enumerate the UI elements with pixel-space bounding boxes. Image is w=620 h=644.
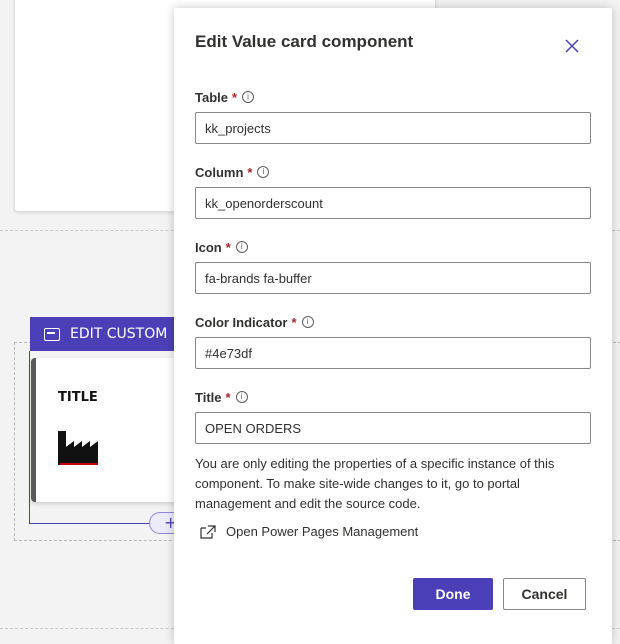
- required-mark: *: [225, 389, 231, 405]
- help-text: You are only editing the properties of a…: [195, 456, 555, 511]
- column-input[interactable]: [195, 187, 591, 219]
- factory-icon: [58, 431, 98, 469]
- cancel-button[interactable]: Cancel: [503, 578, 586, 610]
- value-card-preview[interactable]: TITLE: [31, 358, 186, 502]
- done-button[interactable]: Done: [413, 578, 493, 610]
- info-icon[interactable]: i: [235, 391, 248, 403]
- column-label: Column: [195, 164, 244, 180]
- info-icon[interactable]: i: [257, 166, 270, 178]
- card-title: TITLE: [58, 390, 98, 405]
- edit-custom-label: EDIT CUSTOM: [70, 326, 168, 342]
- open-link-label: Open Power Pages Management: [226, 524, 419, 539]
- icon-field: Icon * i: [195, 238, 591, 294]
- required-mark: *: [291, 314, 297, 330]
- color-indicator-field: Color Indicator * i: [195, 313, 591, 369]
- info-icon[interactable]: i: [235, 241, 248, 253]
- edit-component-panel: Edit Value card component Table * i Colu…: [174, 8, 612, 644]
- open-external-icon: [200, 524, 216, 539]
- table-input[interactable]: [195, 112, 591, 144]
- info-icon[interactable]: i: [242, 91, 255, 103]
- title-field: Title * i: [195, 388, 591, 444]
- close-button[interactable]: [564, 38, 584, 58]
- color-indicator-input[interactable]: [195, 337, 591, 369]
- table-field: Table * i: [195, 88, 591, 144]
- title-label: Title: [195, 389, 222, 405]
- color-indicator-label: Color Indicator: [195, 314, 288, 330]
- table-label: Table: [195, 89, 228, 105]
- column-field: Column * i: [195, 163, 591, 219]
- required-mark: *: [247, 164, 253, 180]
- icon-input[interactable]: [195, 262, 591, 294]
- edit-custom-tab[interactable]: EDIT CUSTOM: [30, 317, 180, 351]
- required-mark: *: [225, 239, 231, 255]
- close-icon: [565, 39, 579, 53]
- required-mark: *: [232, 89, 238, 105]
- open-power-pages-management-link[interactable]: Open Power Pages Management: [200, 524, 418, 539]
- component-icon: [44, 327, 60, 341]
- info-icon[interactable]: i: [301, 316, 314, 328]
- title-input[interactable]: [195, 412, 591, 444]
- panel-title: Edit Value card component: [195, 32, 414, 51]
- icon-label: Icon: [195, 239, 222, 255]
